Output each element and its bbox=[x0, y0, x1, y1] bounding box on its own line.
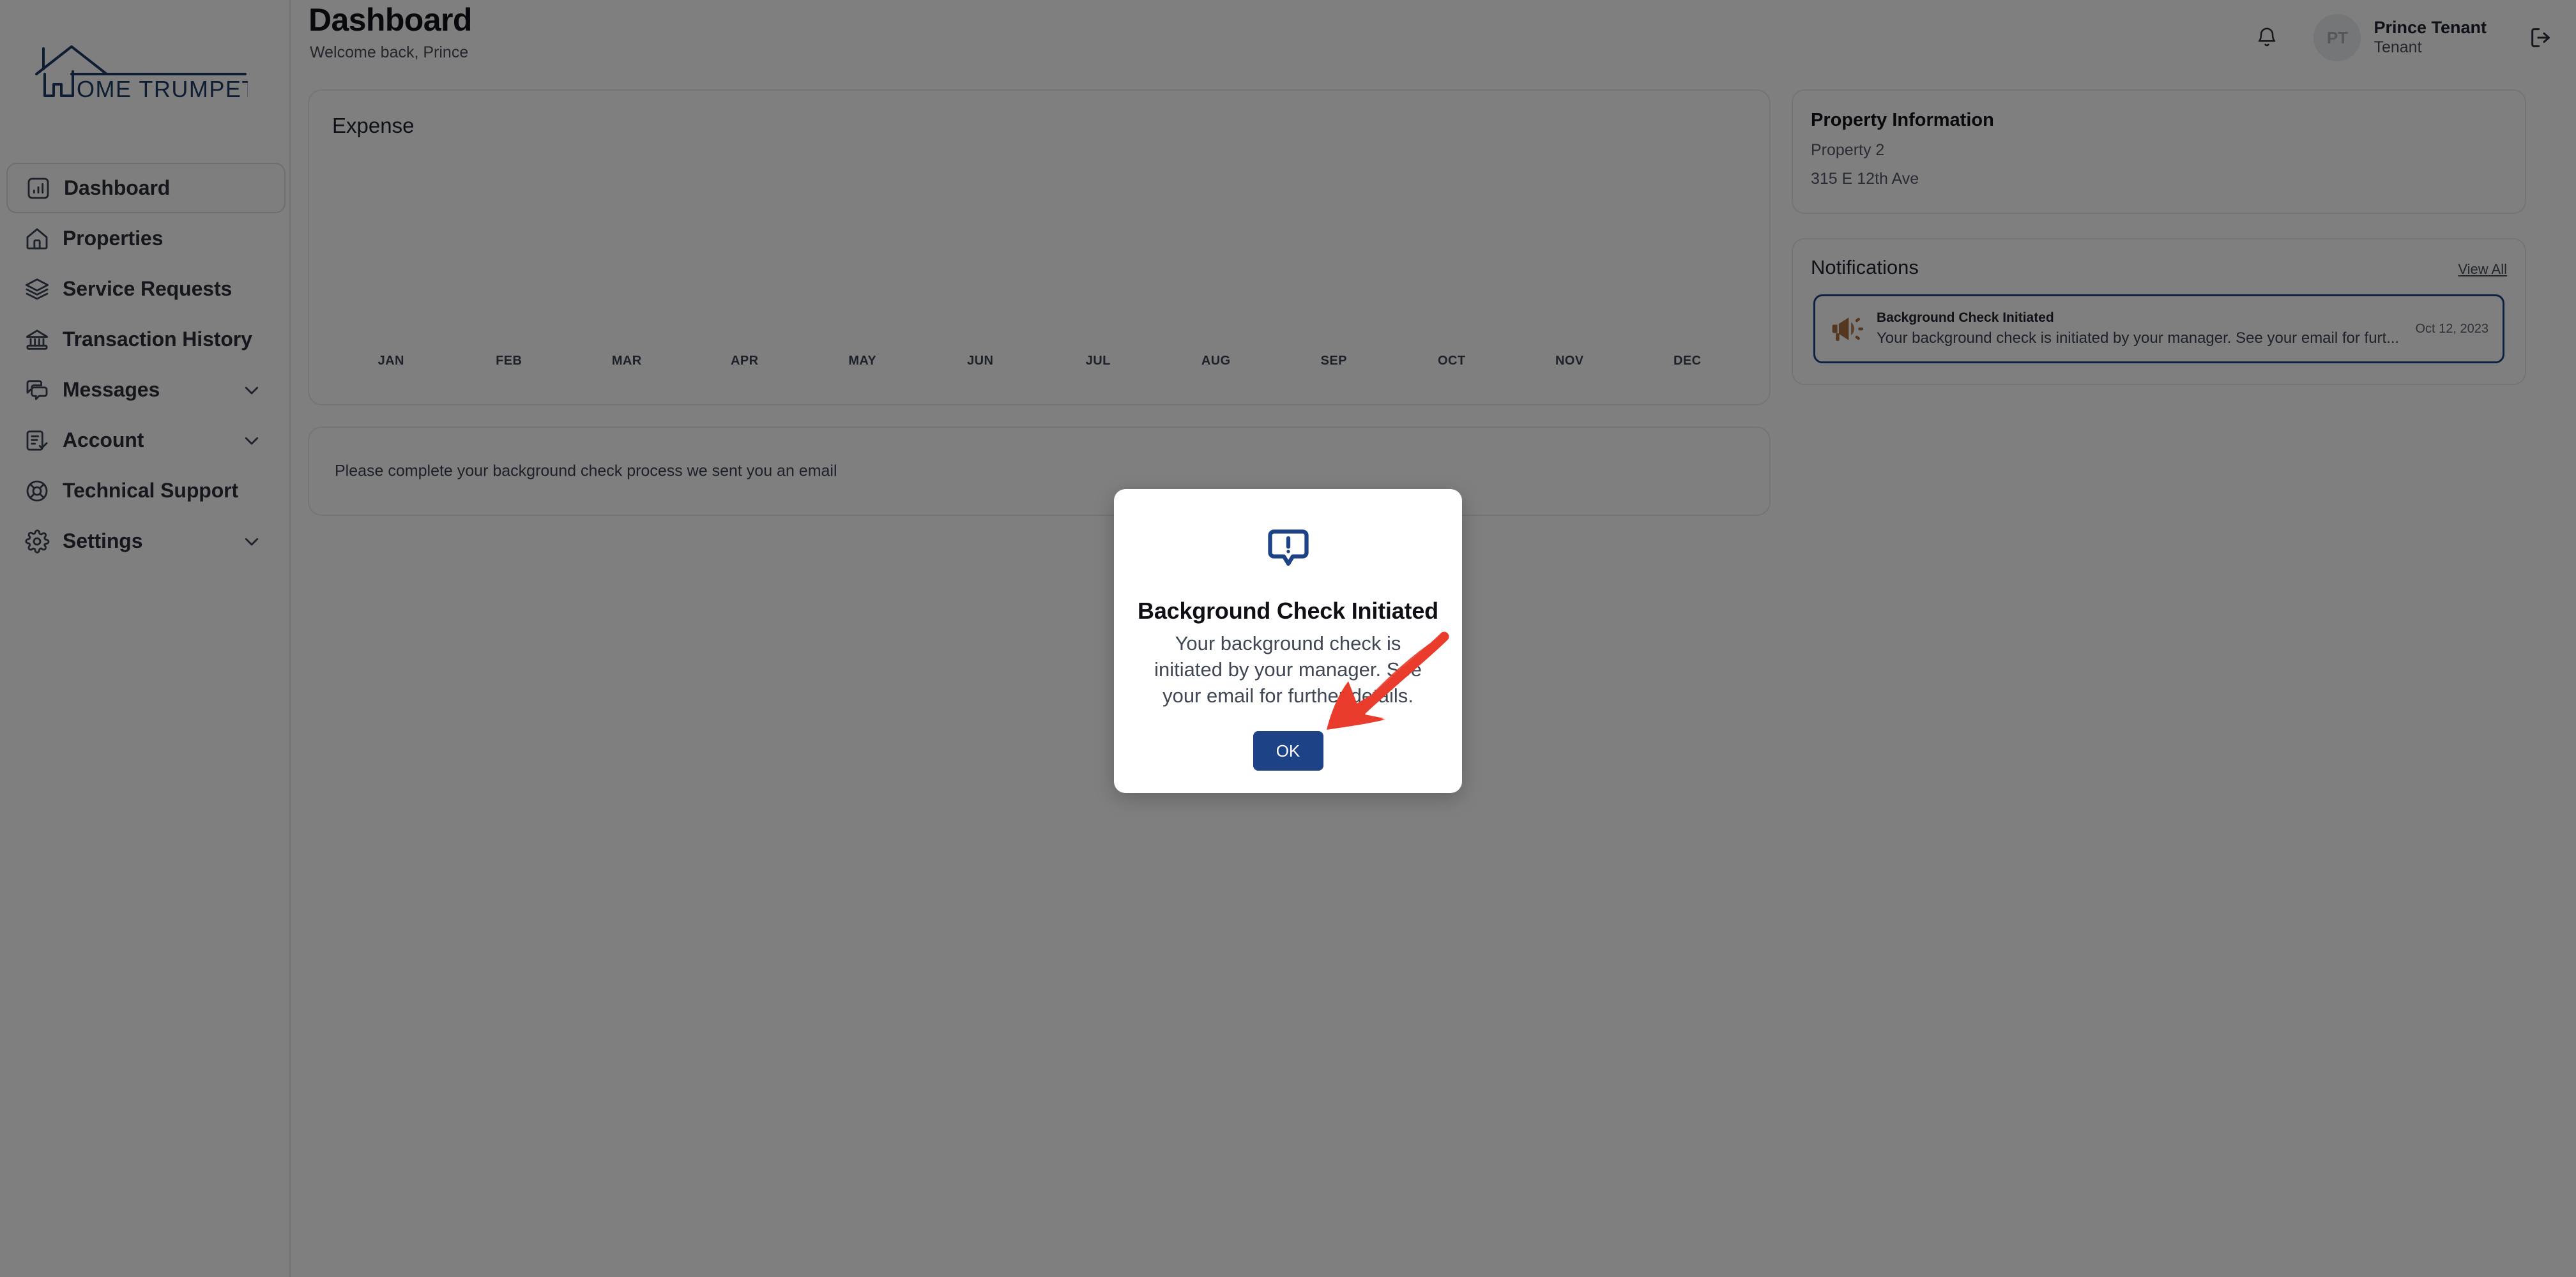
app-root: OME TRUMPETER Dashboard bbox=[0, 0, 2576, 1277]
alert-speech-bubble-icon bbox=[1265, 525, 1311, 571]
ok-button[interactable]: OK bbox=[1253, 731, 1323, 771]
modal-title: Background Check Initiated bbox=[1138, 598, 1438, 624]
modal-message: Your background check is initiated by yo… bbox=[1154, 632, 1422, 707]
background-check-modal: Background Check Initiated Your backgrou… bbox=[1114, 489, 1462, 793]
